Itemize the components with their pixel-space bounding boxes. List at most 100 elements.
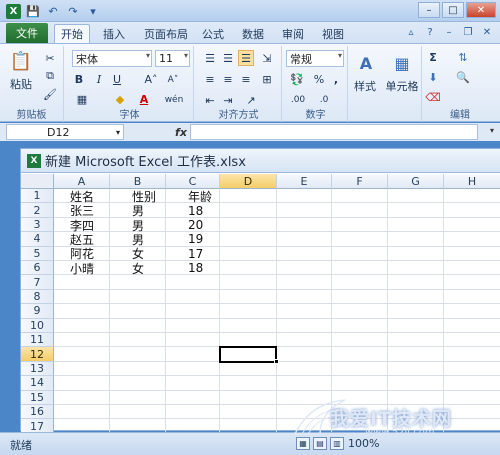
column-header-f[interactable]: F [332, 174, 388, 189]
row-header-16[interactable]: 16 [21, 405, 54, 420]
cell-b3[interactable]: 男 [130, 218, 172, 233]
row-header-5[interactable]: 5 [21, 246, 54, 261]
row-header-12[interactable]: 12 [21, 347, 54, 362]
cell-a5[interactable]: 阿花 [68, 247, 110, 261]
cell-c4[interactable]: 19 [186, 232, 226, 246]
tab-data[interactable]: 数据 [238, 24, 268, 43]
align-bottom-icon[interactable]: ☰ [238, 50, 254, 66]
page-layout-view-icon[interactable]: ▤ [313, 437, 327, 450]
cell-c6[interactable]: 18 [186, 261, 226, 275]
save-icon[interactable]: 💾 [25, 3, 41, 19]
find-select-icon[interactable]: 🔍 [454, 70, 472, 85]
align-middle-icon[interactable]: ☰ [220, 50, 236, 66]
fill-handle[interactable] [274, 358, 279, 364]
row-header-8[interactable]: 8 [21, 289, 54, 305]
row-header-7[interactable]: 7 [21, 275, 54, 290]
cell-a1[interactable]: 姓名 [68, 189, 110, 204]
styles-button[interactable]: 样式 [350, 79, 380, 93]
cell-b2[interactable]: 男 [130, 203, 172, 218]
row-header-10[interactable]: 10 [21, 318, 54, 333]
formula-input[interactable] [190, 124, 478, 140]
column-header-e[interactable]: E [277, 174, 332, 189]
align-left-icon[interactable]: ≡ [202, 71, 218, 87]
wb-minimize-icon[interactable]: – [442, 25, 456, 39]
cell-c2[interactable]: 18 [186, 203, 226, 218]
tab-page-layout[interactable]: 页面布局 [140, 24, 192, 43]
tab-insert[interactable]: 插入 [98, 24, 130, 43]
cell-a6[interactable]: 小晴 [68, 261, 110, 276]
paste-button[interactable]: 粘贴 [4, 77, 38, 91]
grow-font-button[interactable]: A˄ [142, 72, 160, 87]
font-color-icon[interactable]: A [136, 92, 152, 107]
column-header-c[interactable]: C [166, 174, 220, 189]
zoom-level[interactable]: 100% [348, 437, 379, 450]
undo-icon[interactable]: ↶ [45, 3, 61, 19]
fill-color-icon[interactable]: ◆ [110, 92, 130, 107]
wb-restore-icon[interactable]: ❐ [461, 25, 475, 39]
font-size-combo[interactable]: 11 ▾ [155, 50, 190, 67]
cell-b1[interactable]: 性别 [130, 189, 172, 204]
wb-close-icon[interactable]: ✕ [480, 25, 494, 39]
page-break-view-icon[interactable]: ▥ [330, 437, 344, 450]
row-header-14[interactable]: 14 [21, 376, 54, 391]
minimize-button[interactable]: – [418, 2, 440, 18]
column-header-h[interactable]: H [444, 174, 500, 189]
select-all-corner[interactable] [21, 174, 54, 189]
cell-c5[interactable]: 17 [186, 247, 226, 261]
insert-function-button[interactable]: fx [174, 124, 188, 140]
bold-button[interactable]: B [72, 72, 86, 87]
row-header-2[interactable]: 2 [21, 203, 54, 218]
shrink-font-button[interactable]: A˅ [164, 72, 182, 87]
number-format-combo[interactable]: 常规 ▾ [286, 50, 344, 67]
column-header-d[interactable]: D [220, 174, 277, 189]
row-header-13[interactable]: 13 [21, 361, 54, 377]
cell-b5[interactable]: 女 [130, 247, 172, 261]
align-center-icon[interactable]: ≡ [220, 71, 236, 87]
cell-c1[interactable]: 年龄 [186, 189, 226, 204]
borders-icon[interactable]: ▦ [72, 92, 92, 107]
autosum-button[interactable]: Σ [426, 50, 440, 65]
cell-a4[interactable]: 赵五 [68, 232, 110, 247]
percent-button[interactable]: % [312, 72, 326, 87]
expand-formula-bar-icon[interactable]: ▾ [490, 126, 494, 135]
cells-icon[interactable]: ▦ [389, 50, 415, 76]
row-header-1[interactable]: 1 [21, 189, 54, 204]
row-header-11[interactable]: 11 [21, 333, 54, 348]
active-cell-d12[interactable] [219, 346, 277, 363]
tab-view[interactable]: 视图 [318, 24, 348, 43]
increase-decimal-icon[interactable]: .00 [288, 92, 308, 107]
italic-button[interactable]: I [92, 72, 106, 87]
cell-a3[interactable]: 李四 [68, 218, 110, 233]
redo-icon[interactable]: ↷ [65, 3, 81, 19]
row-header-3[interactable]: 3 [21, 217, 54, 233]
normal-view-icon[interactable]: ▦ [296, 437, 310, 450]
fill-icon[interactable]: ⬇ [426, 70, 440, 85]
tab-home[interactable]: 开始 [54, 24, 90, 43]
row-header-4[interactable]: 4 [21, 232, 54, 247]
align-right-icon[interactable]: ≡ [238, 71, 254, 87]
currency-icon[interactable]: 💱 [286, 72, 308, 87]
row-header-6[interactable]: 6 [21, 261, 54, 276]
font-name-combo[interactable]: 宋体 ▾ [72, 50, 152, 67]
column-header-a[interactable]: A [54, 174, 110, 189]
column-header-b[interactable]: B [110, 174, 166, 189]
cell-b6[interactable]: 女 [130, 261, 172, 276]
tab-file[interactable]: 文件 [6, 23, 48, 43]
cell-c3[interactable]: 20 [186, 218, 226, 232]
row-header-15[interactable]: 15 [21, 390, 54, 405]
paste-icon[interactable]: 📋 [8, 48, 34, 74]
comma-button[interactable]: , [330, 72, 342, 87]
excel-app-icon[interactable]: X [6, 3, 21, 19]
underline-button[interactable]: U [110, 72, 124, 87]
align-top-icon[interactable]: ☰ [202, 50, 218, 66]
column-header-g[interactable]: G [388, 174, 444, 189]
copy-icon[interactable]: ⧉ [42, 68, 58, 84]
name-box[interactable]: D12 ▾ [6, 124, 124, 140]
sort-filter-icon[interactable]: ⇅ [454, 50, 472, 65]
format-painter-icon[interactable]: 🖌 [42, 86, 58, 102]
cut-icon[interactable]: ✂ [42, 50, 58, 66]
help-icon[interactable]: ? [423, 25, 437, 39]
tab-formulas[interactable]: 公式 [198, 24, 228, 43]
decrease-decimal-icon[interactable]: .0 [314, 92, 334, 107]
clear-icon[interactable]: ⌫ [425, 90, 441, 105]
